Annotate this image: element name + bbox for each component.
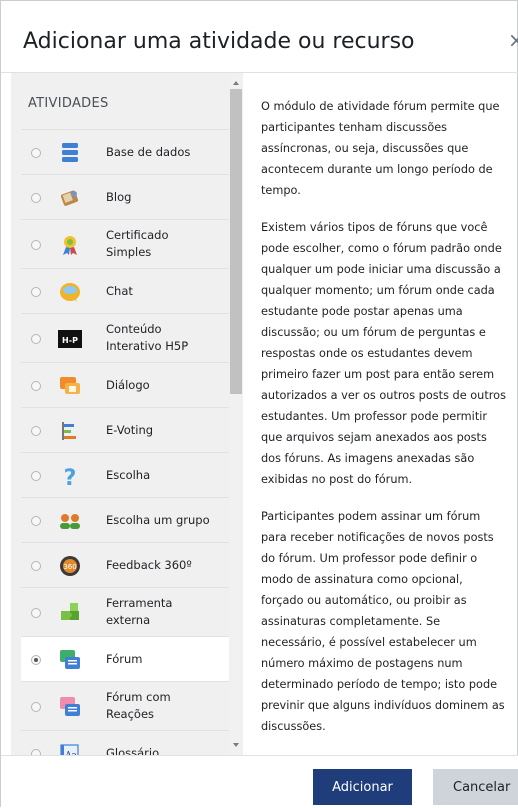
group-choice-icon [58,510,82,532]
activity-radio[interactable] [31,147,41,158]
activity-label: Conteúdo Interativo H5P [106,322,189,353]
dialogue-icon [58,375,82,397]
activity-radio[interactable] [31,192,41,203]
activity-label: Fórum [106,652,143,666]
activity-radio[interactable] [31,560,41,571]
activity-item[interactable]: H-P Conteúdo Interativo H5P [21,313,229,362]
activity-radio[interactable] [31,654,41,665]
activity-radio[interactable] [31,425,41,436]
help-text: O módulo de atividade fórum permite que … [249,73,511,737]
activity-label: Ferramenta externa [106,596,173,627]
activity-item[interactable]: Aa Glossário [21,730,229,755]
scroll-down-icon[interactable] [233,743,239,747]
activity-chooser-modal: Adicionar uma atividade ou recurso × ATI… [0,0,518,808]
activity-label: Blog [106,190,132,204]
activity-item[interactable]: Fórum [21,636,229,681]
scrollbar-thumb[interactable] [230,89,242,394]
modal-title: Adicionar uma atividade ou recurso [23,29,415,54]
blog-icon [58,187,82,209]
activity-item[interactable]: Fórum com Reações [21,681,229,730]
activity-label: Base de dados [106,145,191,159]
svg-text:360: 360 [63,563,76,571]
activity-radio[interactable] [31,607,41,618]
activity-radio[interactable] [31,470,41,481]
activity-list-panel[interactable]: ATIVIDADES Base de dados Blog Certificado … [11,73,243,755]
question-icon: ? [58,465,82,491]
activity-label: Chat [106,284,133,298]
activity-label: Escolha um grupo [106,513,210,527]
evoting-icon [58,420,82,442]
activity-radio[interactable] [31,701,41,712]
scroll-up-icon[interactable] [233,81,239,85]
close-icon[interactable]: × [508,28,518,52]
activity-label: Feedback 360º [106,558,192,572]
section-title: ATIVIDADES [28,96,109,111]
activity-label: Certificado Simples [106,228,169,259]
svg-text:H-P: H-P [62,336,78,345]
activity-radio[interactable] [31,333,41,344]
activity-item[interactable]: ? Escolha [21,452,229,497]
help-panel: O módulo de atividade fórum permite que … [249,73,511,755]
svg-text:?: ? [64,466,77,487]
activity-item[interactable]: Diálogo [21,362,229,407]
help-paragraph: Participantes podem assinar um fórum par… [261,510,505,733]
certificate-icon [58,234,82,256]
activity-item[interactable]: Base de dados [21,129,229,174]
activity-radio[interactable] [31,380,41,391]
activity-list: Base de dados Blog Certificado Simples Chat… [21,129,229,755]
glossary-icon: Aa [58,743,82,755]
modal-header: Adicionar uma atividade ou recurso × [1,1,518,73]
add-button[interactable]: Adicionar [313,769,412,805]
activity-label: Fórum com Reações [106,690,171,721]
activity-item[interactable]: Chat [21,268,229,313]
activity-item[interactable]: 360 Feedback 360º [21,542,229,587]
activity-item[interactable]: Blog [21,174,229,219]
feedback360-icon: 360 [58,555,82,577]
h5p-icon: H-P [58,328,82,350]
activity-radio[interactable] [31,286,41,297]
activity-label: Glossário [106,746,160,755]
forum-reactions-icon [58,696,82,718]
forum-icon [58,649,82,671]
activity-item[interactable]: Certificado Simples [21,219,229,268]
activity-label: Escolha [106,468,151,482]
help-paragraph: Existem vários tipos de fóruns que você … [261,221,506,486]
activity-label: Diálogo [106,378,150,392]
cancel-button[interactable]: Cancelar [433,769,518,805]
activity-item[interactable]: Escolha um grupo [21,497,229,542]
activity-label: E-Voting [106,423,154,437]
database-icon [58,142,82,164]
modal-footer: Adicionar Cancelar [1,755,518,808]
activity-item[interactable]: Ferramenta externa [21,587,229,636]
activity-radio[interactable] [31,239,41,250]
help-paragraph: O módulo de atividade fórum permite que … [261,100,500,197]
chat-icon [58,281,82,303]
activity-item[interactable]: E-Voting [21,407,229,452]
activity-radio[interactable] [31,515,41,526]
puzzle-icon [58,602,82,624]
